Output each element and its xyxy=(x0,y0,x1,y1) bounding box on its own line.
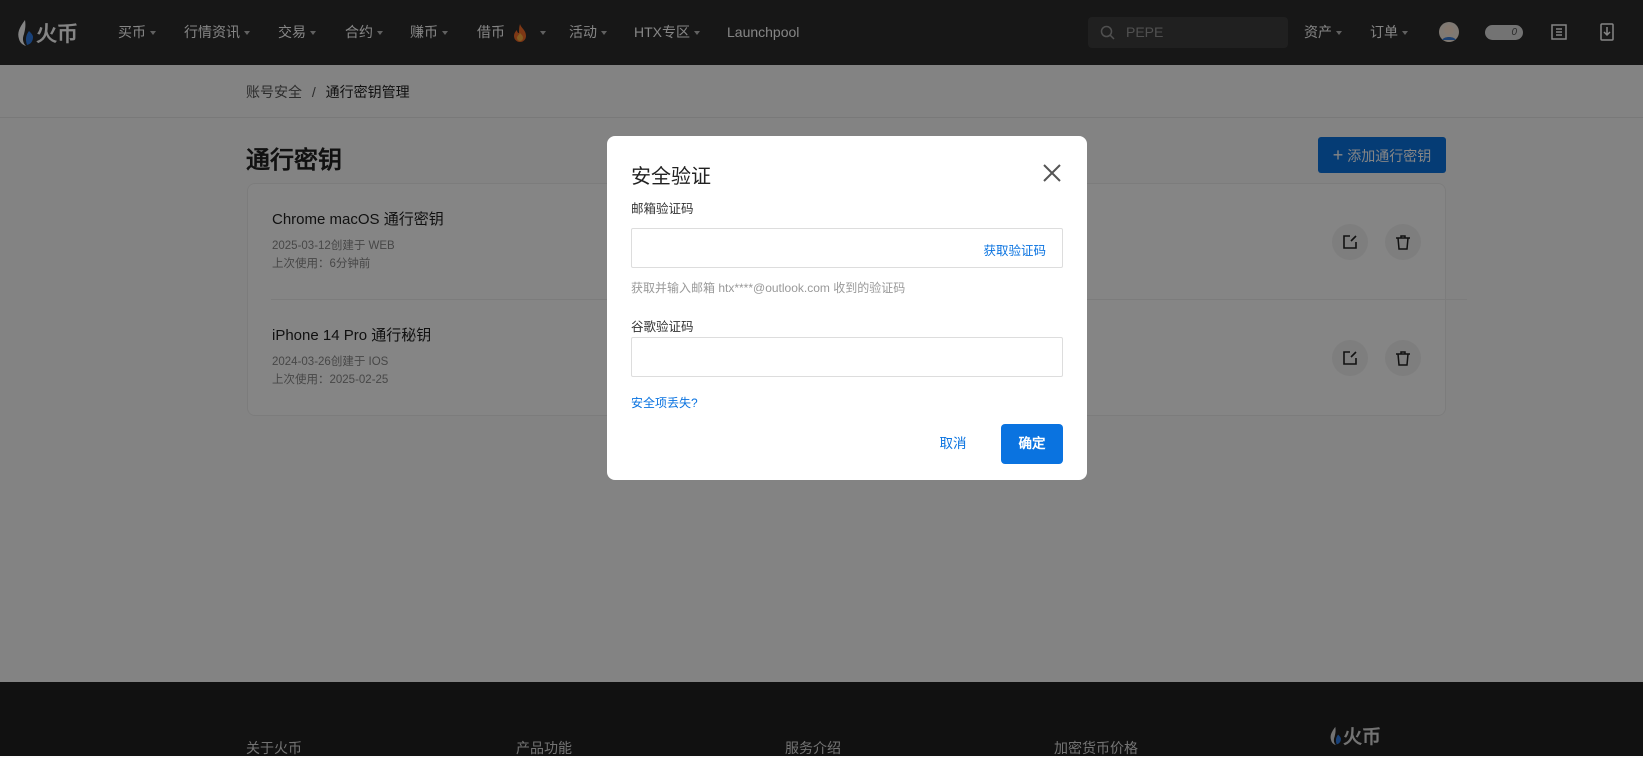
google-code-label: 谷歌验证码 xyxy=(631,320,694,334)
dialog-title: 安全验证 xyxy=(631,166,711,188)
close-icon[interactable] xyxy=(1041,162,1063,184)
get-code-link[interactable]: 获取验证码 xyxy=(983,240,1046,259)
cancel-button[interactable]: 取消 xyxy=(933,424,973,464)
confirm-button[interactable]: 确定 xyxy=(1001,424,1063,464)
email-code-input[interactable]: 获取验证码 xyxy=(631,228,1063,268)
email-code-label: 邮箱验证码 xyxy=(631,202,694,216)
google-code-input[interactable] xyxy=(631,337,1063,377)
security-verification-dialog: 安全验证 邮箱验证码 获取验证码 获取并输入邮箱 htx****@outlook… xyxy=(607,136,1087,480)
security-lost-link[interactable]: 安全项丢失? xyxy=(631,394,698,411)
email-code-hint: 获取并输入邮箱 htx****@outlook.com 收到的验证码 xyxy=(631,281,906,295)
